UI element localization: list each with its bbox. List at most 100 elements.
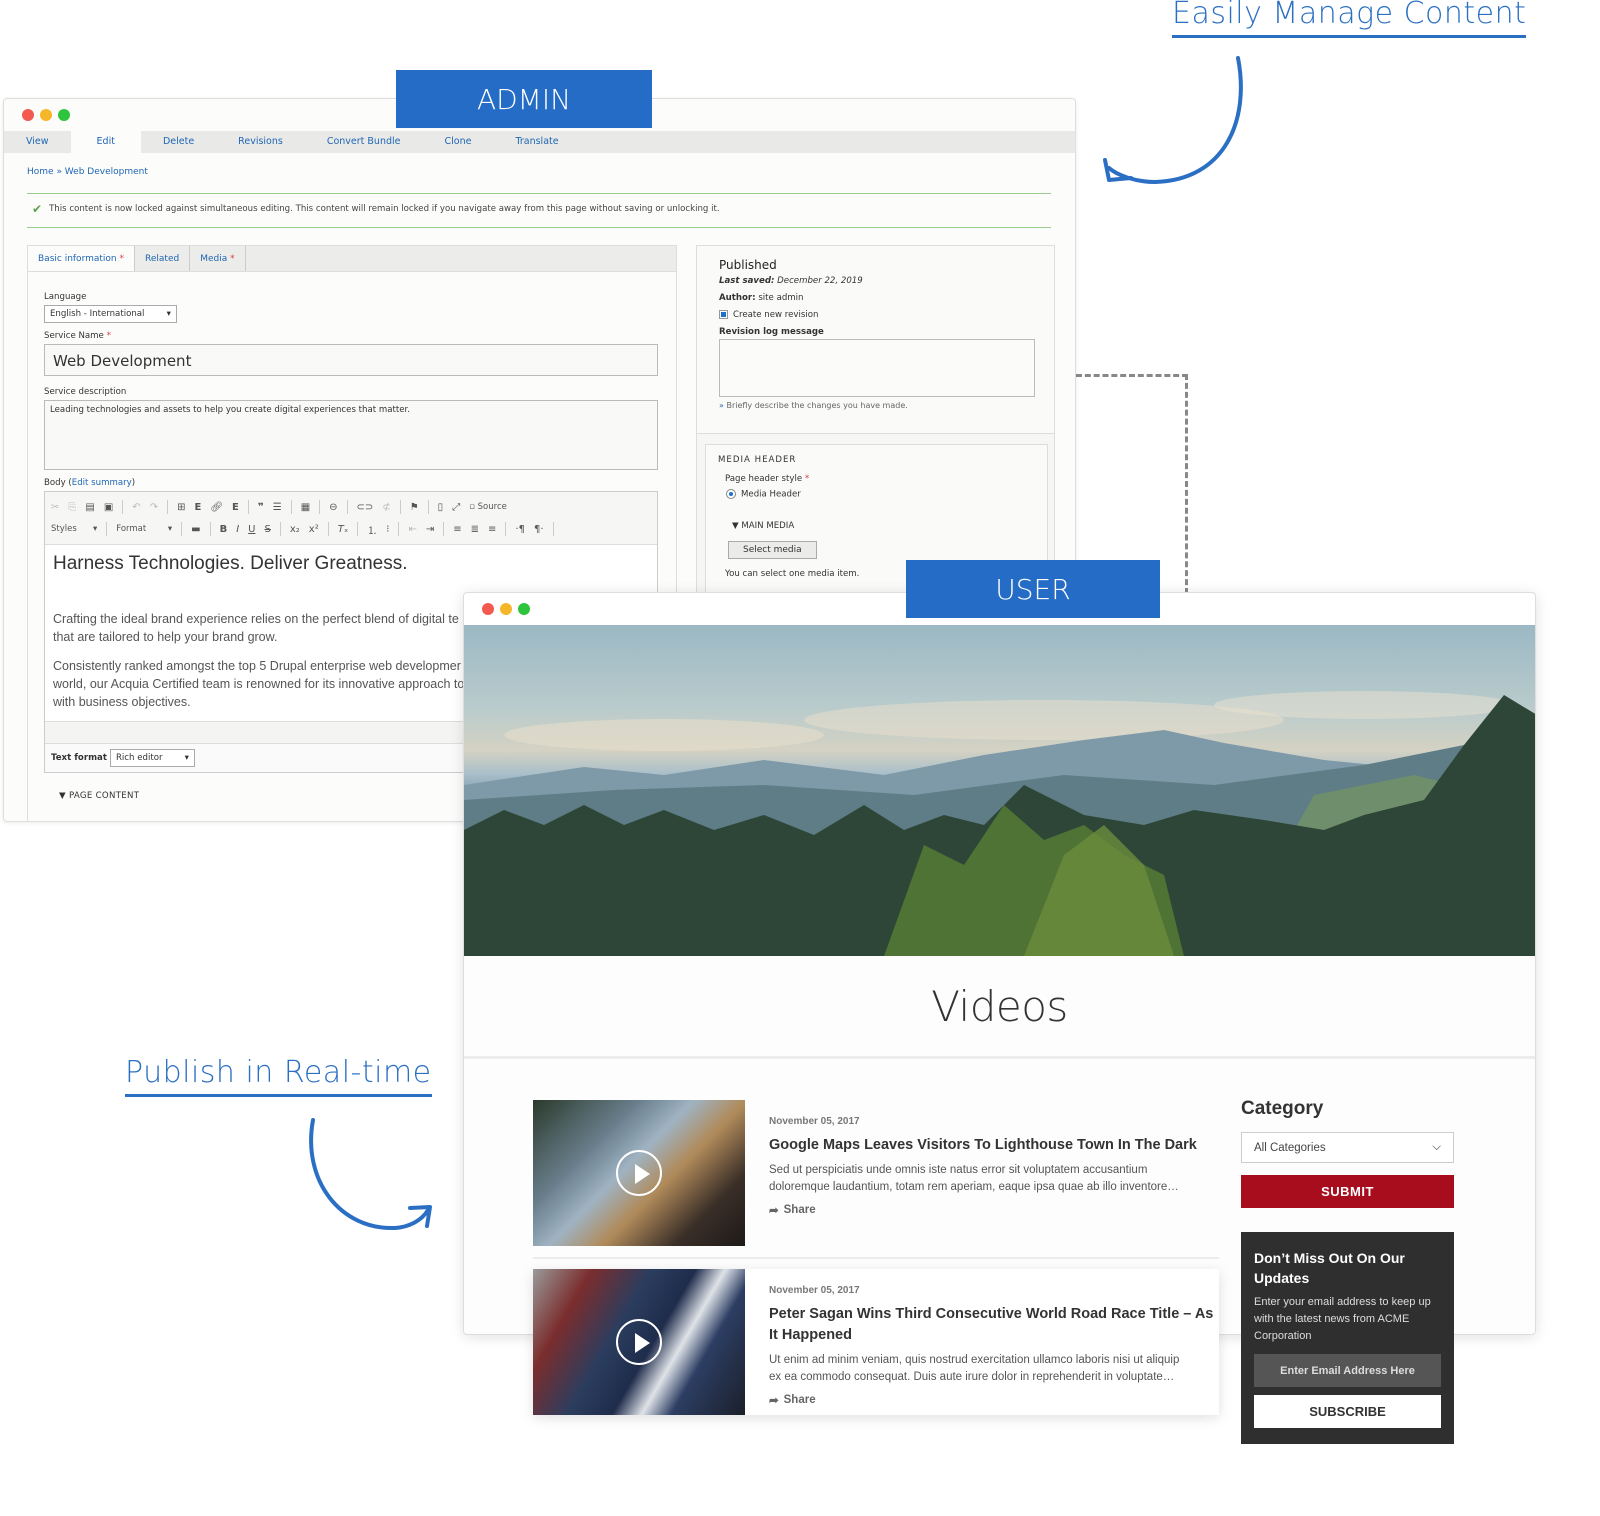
maximize-window-icon[interactable] [58, 109, 70, 121]
align-left-icon[interactable]: ≡ [453, 524, 461, 535]
indent-icon[interactable]: ⇥ [426, 524, 434, 535]
minimize-window-icon[interactable] [40, 109, 52, 121]
text-format-select[interactable]: Rich editor ▾ [109, 749, 195, 767]
chevron-down-icon: ⌵ [1432, 1141, 1441, 1153]
share-button[interactable]: ➦ Share [769, 1393, 1213, 1407]
maximize-icon[interactable]: ⤢ [452, 502, 460, 513]
format-label: Format [116, 524, 147, 534]
numbered-list-icon[interactable]: ⒈ [367, 522, 377, 537]
subscribe-button[interactable]: SUBSCRIBE [1254, 1395, 1441, 1428]
category-value: All Categories [1254, 1141, 1326, 1154]
align-center-icon[interactable]: ≣ [471, 524, 479, 535]
language-select[interactable]: English - International ▾ [44, 305, 177, 323]
media-icon[interactable]: ▬ [191, 524, 200, 535]
last-saved-value: December 22, 2019 [777, 276, 863, 286]
minimize-window-icon[interactable] [500, 603, 512, 615]
insert-link-icon[interactable]: ⊖ [329, 502, 337, 513]
publishing-info: Published Last saved: December 22, 2019 … [697, 246, 1054, 434]
editor-toolbar: ✂ ⎘ ▤ ▣ ↶ ↷ ⊞ E 🔗︎ E ❞ ☰ ▦ ⊖ ⊂⊃ ⊄ ⚑ ▯ ⤢ … [45, 492, 657, 545]
main-media-toggle[interactable]: ▼ MAIN MEDIA [732, 521, 1035, 531]
entity-embed-icon[interactable]: E [194, 502, 201, 513]
select-media-button[interactable]: Select media [728, 540, 817, 559]
italic-icon[interactable]: I [236, 524, 239, 535]
divider [533, 1257, 1219, 1259]
page-header-style-label: Page header style * [725, 474, 1035, 484]
format-dropdown[interactable]: Format ▾ [116, 524, 172, 534]
callout-text: Publish in Real-time [125, 1055, 432, 1090]
play-icon[interactable] [616, 1319, 662, 1365]
table-icon[interactable]: ▦ [301, 502, 310, 513]
superscript-icon[interactable]: x² [309, 524, 319, 535]
breadcrumb[interactable]: Home » Web Development [27, 167, 1075, 177]
ltr-icon[interactable]: ·¶ [515, 524, 525, 535]
share-button[interactable]: ➦ Share [769, 1203, 1197, 1217]
source-label: Source [477, 502, 507, 512]
embed-icon[interactable]: ⊞ [177, 502, 185, 513]
create-revision-row: Create new revision [719, 310, 1034, 320]
link-chain-icon[interactable]: ⊂⊃ [357, 502, 374, 513]
anchor-flag-icon[interactable]: ⚑ [410, 502, 419, 513]
tab-convert-bundle[interactable]: Convert Bundle [305, 131, 423, 153]
subscript-icon[interactable]: x₂ [290, 524, 300, 535]
tab-related[interactable]: Related [135, 246, 191, 271]
underline-icon[interactable]: U [248, 524, 255, 535]
source-button[interactable]: ▫ Source [469, 502, 507, 512]
video-list-item[interactable]: November 05, 2017 Peter Sagan Wins Third… [533, 1269, 1219, 1415]
styles-dropdown[interactable]: Styles ▾ [51, 524, 97, 534]
revision-log-textarea[interactable] [719, 339, 1035, 397]
tab-edit[interactable]: Edit [70, 131, 141, 153]
play-icon[interactable] [616, 1150, 662, 1196]
bold-icon[interactable]: B [220, 524, 228, 535]
close-window-icon[interactable] [22, 109, 34, 121]
show-blocks-icon[interactable]: ▯ [438, 502, 444, 513]
video-title[interactable]: Peter Sagan Wins Third Consecutive World… [769, 1304, 1213, 1346]
video-list-item[interactable]: November 05, 2017 Google Maps Leaves Vis… [533, 1100, 1219, 1246]
create-revision-checkbox[interactable] [719, 310, 728, 319]
paste-text-icon[interactable]: ▣ [104, 502, 113, 513]
rtl-icon[interactable]: ¶· [534, 524, 544, 535]
tab-translate[interactable]: Translate [493, 131, 580, 153]
tab-media[interactable]: Media * [190, 246, 246, 271]
edit-summary-link[interactable]: Edit summary [72, 478, 132, 488]
link-icon[interactable]: 🔗︎ [210, 502, 223, 513]
required-marker: * [106, 331, 111, 341]
video-thumbnail[interactable] [533, 1269, 745, 1415]
strikethrough-icon[interactable]: S [264, 524, 270, 535]
title-line: Updates [1254, 1270, 1310, 1286]
cut-icon[interactable]: ✂ [51, 502, 59, 513]
unlink-icon[interactable]: ⊄ [382, 502, 390, 513]
video-thumbnail[interactable] [533, 1100, 745, 1246]
curved-arrow-icon [1103, 56, 1243, 185]
align-right-icon[interactable]: ≡ [488, 524, 496, 535]
paste-icon[interactable]: ▤ [85, 502, 94, 513]
submit-button[interactable]: SUBMIT [1241, 1175, 1454, 1208]
remove-format-icon[interactable]: Tₓ [338, 524, 349, 535]
service-description-textarea[interactable]: Leading technologies and assets to help … [44, 400, 658, 470]
video-description: Ut enim ad minim veniam, quis nostrud ex… [769, 1352, 1213, 1386]
outdent-icon[interactable]: ⇤ [408, 524, 416, 535]
redo-icon[interactable]: ↷ [150, 502, 158, 513]
service-name-input[interactable]: Web Development [44, 344, 658, 376]
blockquote-icon[interactable]: ❞ [258, 502, 264, 513]
tab-revisions[interactable]: Revisions [216, 131, 305, 153]
close-window-icon[interactable] [482, 603, 494, 615]
tab-view[interactable]: View [4, 131, 71, 153]
label-text: Service Name [44, 331, 104, 341]
tab-label: Media [200, 254, 228, 264]
category-select[interactable]: All Categories ⌵ [1241, 1132, 1454, 1163]
email-input[interactable]: Enter Email Address Here [1254, 1354, 1441, 1387]
required-marker: * [804, 474, 810, 484]
copy-icon[interactable]: ⎘ [68, 502, 76, 513]
horizontal-rule-icon[interactable]: ☰ [273, 502, 282, 513]
video-title[interactable]: Google Maps Leaves Visitors To Lighthous… [769, 1135, 1197, 1156]
bulleted-list-icon[interactable]: ⁝ [386, 524, 389, 535]
media-header-radio[interactable] [726, 489, 736, 499]
tab-basic-information[interactable]: Basic information * [28, 246, 136, 271]
entity-link-icon[interactable]: E [232, 502, 239, 513]
tab-delete[interactable]: Delete [141, 131, 216, 153]
maximize-window-icon[interactable] [518, 603, 530, 615]
tab-clone[interactable]: Clone [423, 131, 494, 153]
share-arrow-icon: ➦ [769, 1205, 779, 1217]
undo-icon[interactable]: ↶ [132, 502, 140, 513]
page-title: Videos [464, 956, 1535, 1059]
